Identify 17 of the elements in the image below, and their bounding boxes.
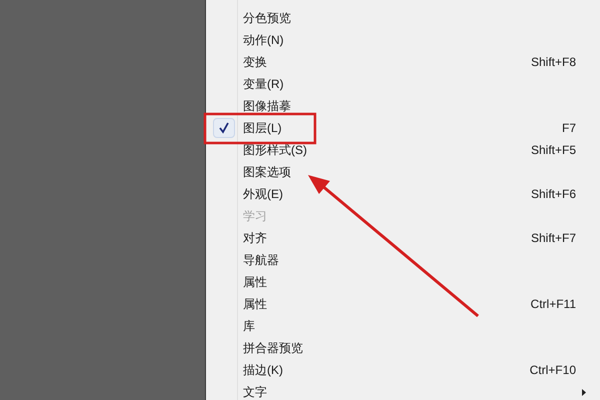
menu-item[interactable]: 拼合器预览: [206, 337, 600, 359]
menu-item[interactable]: 分色预览: [206, 7, 600, 29]
menu-item[interactable]: 导航器: [206, 249, 600, 271]
menu-item[interactable]: 库: [206, 315, 600, 337]
menu-item[interactable]: 图层(L) F7: [206, 117, 600, 139]
menu-item[interactable]: 属性 Ctrl+F11: [206, 293, 600, 315]
menu-item[interactable]: 文字: [206, 381, 600, 400]
menu-item[interactable]: 变换 Shift+F8: [206, 51, 600, 73]
menu-item[interactable]: 图像描摹: [206, 95, 600, 117]
menu-item[interactable]: 变量(R): [206, 73, 600, 95]
menu-item[interactable]: 描边(K) Ctrl+F10: [206, 359, 600, 381]
menu-item[interactable]: 属性: [206, 271, 600, 293]
menu-item[interactable]: 对齐 Shift+F7: [206, 227, 600, 249]
menu-item[interactable]: 动作(N): [206, 29, 600, 51]
menu-item[interactable]: 外观(E) Shift+F6: [206, 183, 600, 205]
menu-item[interactable]: 图案选项: [206, 161, 600, 183]
menu-item[interactable]: 图形样式(S) Shift+F5: [206, 139, 600, 161]
